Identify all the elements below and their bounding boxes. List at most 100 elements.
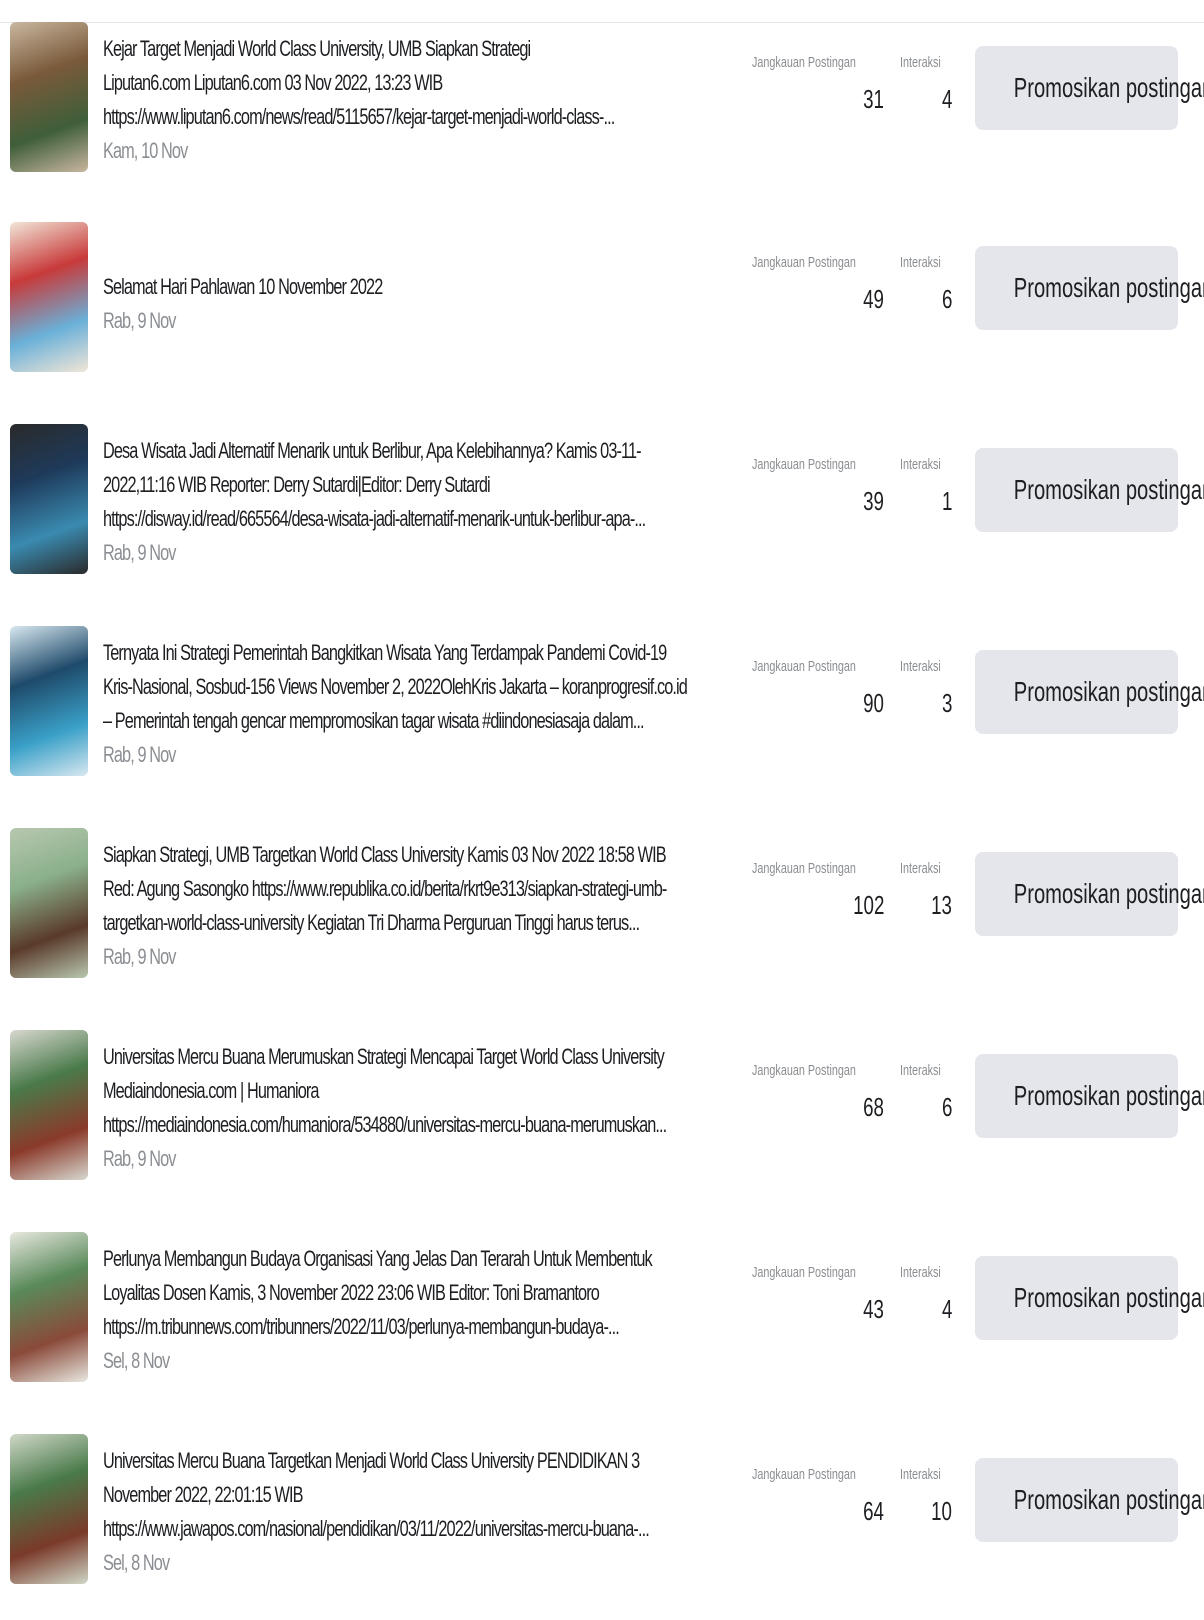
interactions-label: Interaksi bbox=[900, 1466, 941, 1483]
post-row[interactable]: Desa Wisata Jadi Alternatif Menarik untu… bbox=[0, 410, 1204, 610]
post-row[interactable]: Ternyata Ini Strategi Pemerintah Bangkit… bbox=[0, 612, 1204, 812]
promote-post-button[interactable]: Promosikan postingan bbox=[975, 448, 1204, 532]
promote-post-label: Promosikan postingan bbox=[1013, 1484, 1204, 1515]
interactions-label: Interaksi bbox=[900, 1264, 941, 1281]
post-thumbnail[interactable] bbox=[10, 1232, 88, 1382]
post-row[interactable]: Kejar Target Menjadi World Class Univers… bbox=[0, 8, 1204, 208]
reach-value: 39 bbox=[863, 486, 884, 516]
interactions-label: Interaksi bbox=[900, 456, 941, 473]
promote-post-button[interactable]: Promosikan postingan bbox=[975, 46, 1204, 130]
post-row[interactable]: Selamat Hari Pahlawan 10 November 2022 Ra… bbox=[0, 208, 1204, 408]
post-text[interactable]: Desa Wisata Jadi Alternatif Menarik untu… bbox=[103, 434, 743, 570]
post-date: Sel, 8 Nov bbox=[103, 1550, 170, 1575]
post-text-line: Universitas Mercu Buana Merumuskan Strat… bbox=[103, 1044, 665, 1069]
reach-label: Jangkauan Postingan bbox=[752, 860, 856, 877]
post-text-line: 2022,11:16 WIB Reporter: Derry Sutardi|E… bbox=[103, 472, 491, 497]
thumbnail-image bbox=[10, 222, 88, 372]
promote-post-label: Promosikan postingan bbox=[1013, 474, 1204, 505]
post-text-line: Ternyata Ini Strategi Pemerintah Bangkit… bbox=[103, 640, 667, 665]
promote-post-button[interactable]: Promosikan postingan bbox=[975, 246, 1204, 330]
interactions-label: Interaksi bbox=[900, 254, 941, 271]
post-thumbnail[interactable] bbox=[10, 828, 88, 978]
interactions-label: Interaksi bbox=[900, 54, 941, 71]
interactions-value: 4 bbox=[941, 1294, 952, 1324]
reach-label: Jangkauan Postingan bbox=[752, 658, 856, 675]
interactions-value: 13 bbox=[931, 890, 952, 920]
post-date: Sel, 8 Nov bbox=[103, 1348, 170, 1373]
promote-post-label: Promosikan postingan bbox=[1013, 1080, 1204, 1111]
promote-post-button[interactable]: Promosikan postingan bbox=[975, 1256, 1204, 1340]
post-stats: Jangkauan Postingan Interaksi 31 4 bbox=[752, 54, 962, 134]
post-text-line: https://mediaindonesia.com/humaniora/534… bbox=[103, 1112, 667, 1137]
post-text[interactable]: Kejar Target Menjadi World Class Univers… bbox=[103, 32, 743, 168]
post-row[interactable]: Universitas Mercu Buana Targetkan Menjad… bbox=[0, 1420, 1204, 1620]
post-text-line: https://m.tribunnews.com/tribunners/2022… bbox=[103, 1314, 620, 1339]
post-text-line: Selamat Hari Pahlawan 10 November 2022 bbox=[103, 274, 383, 299]
thumbnail-image bbox=[10, 424, 88, 574]
post-text-line: Desa Wisata Jadi Alternatif Menarik untu… bbox=[103, 438, 642, 463]
post-text[interactable]: Universitas Mercu Buana Targetkan Menjad… bbox=[103, 1444, 743, 1580]
interactions-label: Interaksi bbox=[900, 658, 941, 675]
post-text-line: targetkan-world-class-university Kegiata… bbox=[103, 910, 640, 935]
interactions-value: 4 bbox=[941, 84, 952, 114]
thumbnail-image bbox=[10, 1434, 88, 1584]
post-text-line: https://www.liputan6.com/news/read/51156… bbox=[103, 104, 615, 129]
thumbnail-image bbox=[10, 626, 88, 776]
reach-value: 102 bbox=[852, 890, 884, 920]
promote-post-label: Promosikan postingan bbox=[1013, 1282, 1204, 1313]
post-thumbnail[interactable] bbox=[10, 626, 88, 776]
post-text-line: Mediaindonesia.com | Humaniora bbox=[103, 1078, 319, 1103]
reach-label: Jangkauan Postingan bbox=[752, 1062, 856, 1079]
promote-post-button[interactable]: Promosikan postingan bbox=[975, 650, 1204, 734]
promote-post-label: Promosikan postingan bbox=[1013, 272, 1204, 303]
post-text-line: https://disway.id/read/665564/desa-wisat… bbox=[103, 506, 646, 531]
interactions-value: 1 bbox=[941, 486, 952, 516]
interactions-value: 3 bbox=[941, 688, 952, 718]
interactions-label: Interaksi bbox=[900, 860, 941, 877]
post-text-line: – Pemerintah tengah gencar mempromosikan… bbox=[103, 708, 645, 733]
thumbnail-image bbox=[10, 22, 88, 172]
post-stats: Jangkauan Postingan Interaksi 68 6 bbox=[752, 1062, 962, 1142]
post-text-line: Kejar Target Menjadi World Class Univers… bbox=[103, 36, 531, 61]
reach-label: Jangkauan Postingan bbox=[752, 1264, 856, 1281]
post-text[interactable]: Selamat Hari Pahlawan 10 November 2022 Ra… bbox=[103, 270, 743, 338]
promote-post-button[interactable]: Promosikan postingan bbox=[975, 1054, 1204, 1138]
reach-label: Jangkauan Postingan bbox=[752, 54, 856, 71]
post-date: Rab, 9 Nov bbox=[103, 742, 176, 767]
post-thumbnail[interactable] bbox=[10, 22, 88, 172]
post-row[interactable]: Siapkan Strategi, UMB Targetkan World Cl… bbox=[0, 814, 1204, 1014]
post-text-line: Perlunya Membangun Budaya Organisasi Yan… bbox=[103, 1246, 653, 1271]
post-text-line: https://www.jawapos.com/nasional/pendidi… bbox=[103, 1516, 650, 1541]
reach-value: 64 bbox=[863, 1496, 884, 1526]
post-text[interactable]: Ternyata Ini Strategi Pemerintah Bangkit… bbox=[103, 636, 743, 772]
post-date: Rab, 9 Nov bbox=[103, 308, 176, 333]
post-stats: Jangkauan Postingan Interaksi 43 4 bbox=[752, 1264, 962, 1344]
post-text[interactable]: Perlunya Membangun Budaya Organisasi Yan… bbox=[103, 1242, 743, 1378]
thumbnail-image bbox=[10, 1030, 88, 1180]
promote-post-button[interactable]: Promosikan postingan bbox=[975, 852, 1204, 936]
thumbnail-image bbox=[10, 828, 88, 978]
post-text-line: Kris-Nasional, Sosbud-156 Views November… bbox=[103, 674, 688, 699]
promote-post-label: Promosikan postingan bbox=[1013, 676, 1204, 707]
post-text[interactable]: Siapkan Strategi, UMB Targetkan World Cl… bbox=[103, 838, 743, 974]
thumbnail-image bbox=[10, 1232, 88, 1382]
post-date: Rab, 9 Nov bbox=[103, 540, 176, 565]
post-thumbnail[interactable] bbox=[10, 1434, 88, 1584]
post-row[interactable]: Perlunya Membangun Budaya Organisasi Yan… bbox=[0, 1218, 1204, 1418]
post-thumbnail[interactable] bbox=[10, 1030, 88, 1180]
post-text-line: Siapkan Strategi, UMB Targetkan World Cl… bbox=[103, 842, 667, 867]
post-row[interactable]: Universitas Mercu Buana Merumuskan Strat… bbox=[0, 1016, 1204, 1216]
interactions-value: 6 bbox=[941, 1092, 952, 1122]
post-thumbnail[interactable] bbox=[10, 222, 88, 372]
reach-label: Jangkauan Postingan bbox=[752, 1466, 856, 1483]
post-text-line: Red: Agung Sasongko https://www.republik… bbox=[103, 876, 667, 901]
post-date: Rab, 9 Nov bbox=[103, 1146, 176, 1171]
post-stats: Jangkauan Postingan Interaksi 90 3 bbox=[752, 658, 962, 738]
post-stats: Jangkauan Postingan Interaksi 64 10 bbox=[752, 1466, 962, 1546]
post-date: Rab, 9 Nov bbox=[103, 944, 176, 969]
post-stats: Jangkauan Postingan Interaksi 102 13 bbox=[752, 860, 962, 940]
post-thumbnail[interactable] bbox=[10, 424, 88, 574]
reach-value: 31 bbox=[863, 84, 884, 114]
promote-post-button[interactable]: Promosikan postingan bbox=[975, 1458, 1204, 1542]
post-text[interactable]: Universitas Mercu Buana Merumuskan Strat… bbox=[103, 1040, 743, 1176]
